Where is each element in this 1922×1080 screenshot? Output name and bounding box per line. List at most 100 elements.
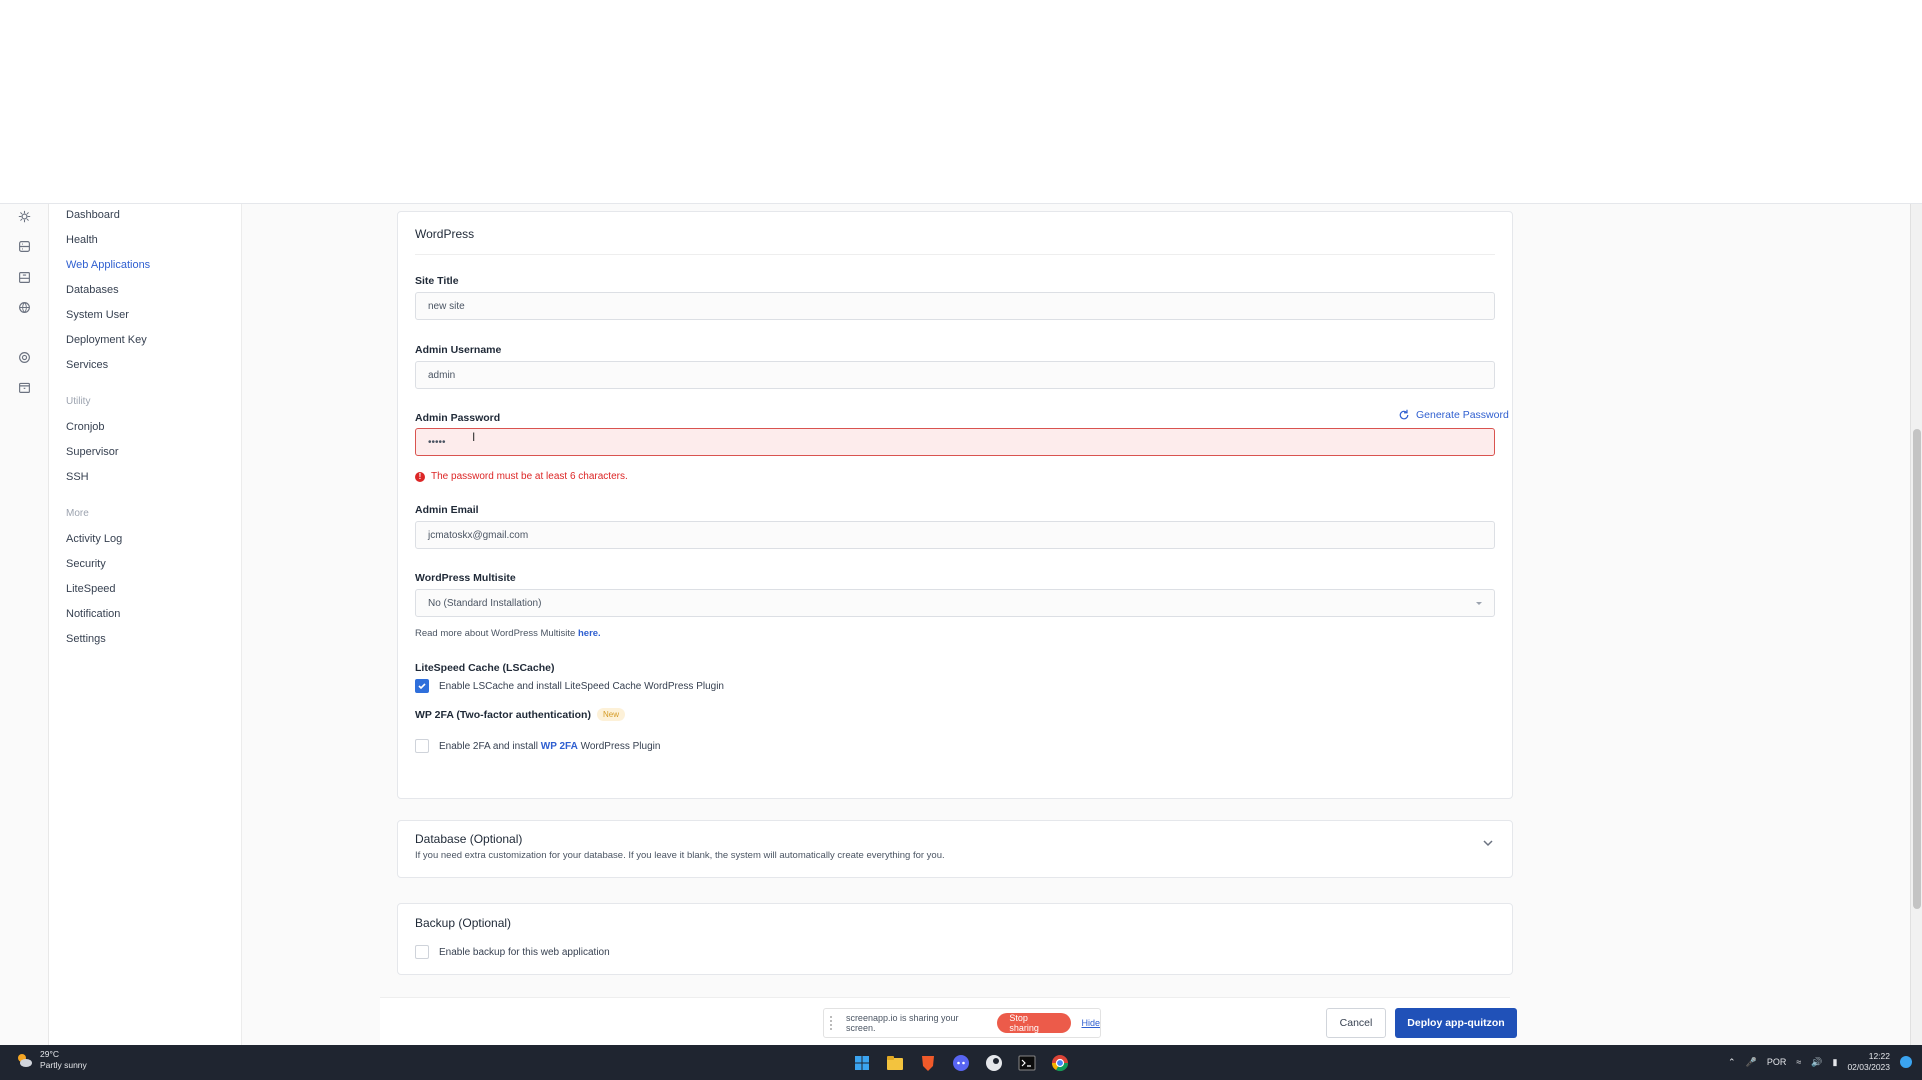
share-text: screenapp.io is sharing your screen. bbox=[845, 1013, 959, 1033]
wp2fa-row: Enable 2FA and install WP 2FA WordPress … bbox=[415, 739, 660, 753]
admin-username-input[interactable]: admin bbox=[415, 361, 1495, 389]
nav-settings[interactable]: Settings bbox=[66, 633, 106, 645]
main-content: WordPress Site Title new site Admin User… bbox=[242, 204, 1922, 1046]
site-title-value: new site bbox=[428, 300, 465, 312]
admin-password-label: Admin Password bbox=[415, 412, 501, 424]
scrollbar[interactable] bbox=[1910, 204, 1922, 1046]
chevron-down-icon bbox=[1476, 602, 1482, 605]
weather-widget[interactable]: 29°C Partly sunny bbox=[14, 1049, 87, 1071]
nav-system-user[interactable]: System User bbox=[66, 309, 129, 321]
terminal-icon[interactable] bbox=[1015, 1051, 1039, 1075]
multisite-here-link[interactable]: here. bbox=[578, 628, 601, 639]
windows-start-icon[interactable] bbox=[850, 1051, 874, 1075]
battery-icon[interactable]: ▮ bbox=[1833, 1057, 1838, 1068]
stop-sharing-button[interactable]: Stop sharing bbox=[997, 1013, 1072, 1033]
admin-password-input[interactable]: ••••• bbox=[415, 428, 1495, 456]
admin-username-value: admin bbox=[428, 369, 456, 381]
admin-email-input[interactable]: jcmatoskx@gmail.com bbox=[415, 521, 1495, 549]
nav-activity-log[interactable]: Activity Log bbox=[66, 533, 122, 545]
lscache-row: Enable LSCache and install LiteSpeed Cac… bbox=[415, 679, 724, 693]
brave-browser-icon[interactable] bbox=[916, 1051, 940, 1075]
nav-section-more: More bbox=[66, 508, 89, 519]
temperature: 29°C bbox=[40, 1049, 59, 1059]
card-divider bbox=[415, 254, 1495, 255]
backup-card: Backup (Optional) Enable backup for this… bbox=[397, 903, 1513, 975]
nav-ssh[interactable]: SSH bbox=[66, 471, 89, 483]
chevron-up-icon[interactable]: ⌃ bbox=[1728, 1057, 1736, 1068]
password-error: ! The password must be at least 6 charac… bbox=[415, 471, 628, 482]
icon-rail bbox=[0, 204, 49, 1046]
blank-region bbox=[0, 0, 1922, 203]
notification-icon[interactable] bbox=[1900, 1056, 1912, 1068]
nav-databases[interactable]: Databases bbox=[66, 284, 119, 296]
globe-icon[interactable] bbox=[16, 299, 32, 315]
weather-icon bbox=[18, 1054, 32, 1067]
nav-supervisor[interactable]: Supervisor bbox=[66, 446, 119, 458]
check-icon bbox=[418, 683, 426, 690]
backup-row: Enable backup for this web application bbox=[415, 945, 610, 959]
hide-link[interactable]: Hide bbox=[1081, 1018, 1100, 1028]
error-icon: ! bbox=[415, 471, 425, 482]
password-error-text: The password must be at least 6 characte… bbox=[431, 471, 628, 482]
side-navigation: Dashboard Health Web Applications Databa… bbox=[49, 204, 242, 1046]
backup-checkbox[interactable] bbox=[415, 945, 429, 959]
nav-dashboard[interactable]: Dashboard bbox=[66, 209, 120, 221]
admin-password-value: ••••• bbox=[428, 436, 446, 448]
drag-handle-icon[interactable] bbox=[830, 1016, 840, 1030]
new-badge: New bbox=[596, 708, 625, 721]
steam-icon[interactable] bbox=[982, 1051, 1006, 1075]
clock-date: 02/03/2023 bbox=[1847, 1062, 1890, 1072]
database-card[interactable]: Database (Optional) If you need extra cu… bbox=[397, 820, 1513, 878]
discord-icon[interactable] bbox=[949, 1051, 973, 1075]
file-explorer-icon[interactable] bbox=[883, 1051, 907, 1075]
nav-litespeed[interactable]: LiteSpeed bbox=[66, 583, 116, 595]
multisite-select[interactable]: No (Standard Installation) bbox=[415, 589, 1495, 617]
multisite-value: No (Standard Installation) bbox=[428, 597, 542, 609]
wordpress-card: WordPress Site Title new site Admin User… bbox=[397, 211, 1513, 799]
wp2fa-checkbox[interactable] bbox=[415, 739, 429, 753]
site-title-label: Site Title bbox=[415, 275, 459, 287]
refresh-icon bbox=[1399, 409, 1409, 420]
language-indicator[interactable]: POR bbox=[1767, 1057, 1787, 1067]
chevron-down-icon[interactable] bbox=[1482, 837, 1494, 849]
lscache-label: LiteSpeed Cache (LSCache) bbox=[415, 662, 555, 674]
chrome-icon[interactable] bbox=[1048, 1051, 1072, 1075]
app-window: Dashboard Health Web Applications Databa… bbox=[0, 203, 1922, 1046]
lscache-checkbox[interactable] bbox=[415, 679, 429, 693]
nav-health[interactable]: Health bbox=[66, 234, 98, 246]
action-bar: screenapp.io is sharing your screen. Sto… bbox=[380, 997, 1517, 1046]
scroll-thumb[interactable] bbox=[1913, 429, 1921, 909]
backup-card-title: Backup (Optional) bbox=[415, 916, 512, 930]
database-note: If you need extra customization for your… bbox=[415, 850, 945, 861]
box-icon[interactable] bbox=[16, 379, 32, 395]
nav-cronjob[interactable]: Cronjob bbox=[66, 421, 105, 433]
wp2fa-link[interactable]: WP 2FA bbox=[541, 741, 578, 752]
admin-username-label: Admin Username bbox=[415, 344, 502, 356]
wifi-icon[interactable]: ≈ bbox=[1796, 1057, 1801, 1067]
volume-icon[interactable]: 🔊 bbox=[1811, 1057, 1822, 1068]
deploy-button[interactable]: Deploy app-quitzon bbox=[1395, 1008, 1517, 1038]
taskbar-apps bbox=[850, 1051, 1072, 1075]
wp2fa-checkbox-label: Enable 2FA and install WP 2FA WordPress … bbox=[439, 741, 660, 752]
taskbar: 29°C Partly sunny ⌃ 🎤 POR ≈ 🔊 ▮ 12:22 02… bbox=[0, 1045, 1922, 1080]
nav-web-applications[interactable]: Web Applications bbox=[66, 259, 150, 271]
generate-password-button[interactable]: Generate Password bbox=[1398, 409, 1509, 421]
lscache-checkbox-label: Enable LSCache and install LiteSpeed Cac… bbox=[439, 680, 724, 692]
text-cursor-icon: I bbox=[472, 430, 476, 444]
microphone-icon[interactable]: 🎤 bbox=[1746, 1057, 1757, 1068]
nav-security[interactable]: Security bbox=[66, 558, 106, 570]
backup-checkbox-label: Enable backup for this web application bbox=[439, 946, 610, 958]
nav-deployment-key[interactable]: Deployment Key bbox=[66, 334, 147, 346]
gear-icon[interactable] bbox=[16, 208, 32, 224]
cancel-button[interactable]: Cancel bbox=[1326, 1008, 1386, 1038]
clock[interactable]: 12:22 02/03/2023 bbox=[1847, 1051, 1890, 1073]
storage-icon[interactable] bbox=[16, 269, 32, 285]
nav-services[interactable]: Services bbox=[66, 359, 108, 371]
nav-notification[interactable]: Notification bbox=[66, 608, 120, 620]
generate-password-label: Generate Password bbox=[1416, 409, 1509, 421]
site-title-input[interactable]: new site bbox=[415, 292, 1495, 320]
settings-circle-icon[interactable] bbox=[16, 349, 32, 365]
server-icon[interactable] bbox=[16, 238, 32, 254]
system-tray: ⌃ 🎤 POR ≈ 🔊 ▮ 12:22 02/03/2023 bbox=[1728, 1051, 1912, 1073]
admin-email-label: Admin Email bbox=[415, 504, 479, 516]
